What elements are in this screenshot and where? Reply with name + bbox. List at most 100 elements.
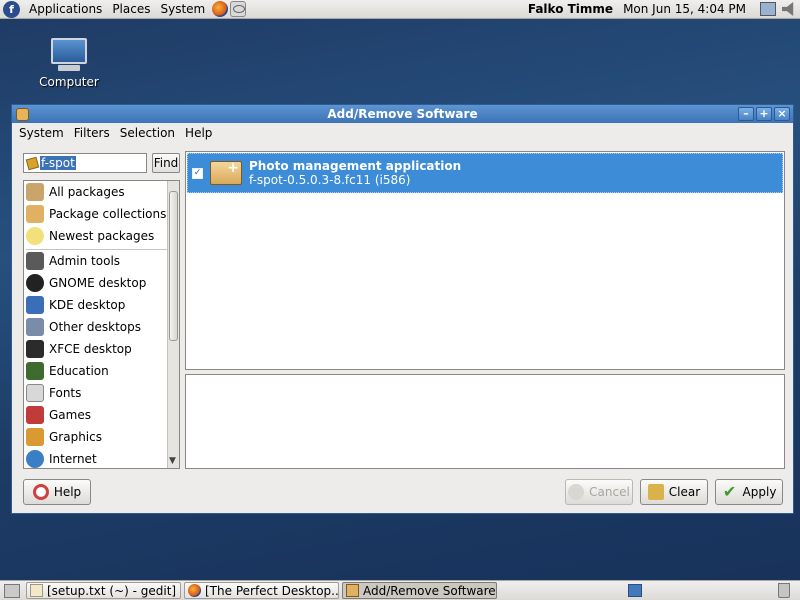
package-collections-icon	[26, 205, 44, 223]
admin-tools-icon	[26, 252, 44, 270]
other-desktops-icon	[26, 318, 44, 336]
firefox-launcher-icon[interactable]	[212, 1, 229, 17]
monitor-stand	[58, 65, 80, 71]
package-row[interactable]: ✓ Photo management application f-spot-0.…	[187, 153, 783, 193]
scrollbar-thumb[interactable]	[169, 191, 178, 341]
internet-globe-icon	[26, 450, 44, 468]
category-education[interactable]: Education	[24, 360, 179, 382]
menu-help[interactable]: Help	[180, 126, 217, 140]
search-row: f-spot Find	[23, 153, 180, 173]
add-remove-software-window: Add/Remove Software – + × System Filters…	[11, 104, 794, 514]
checkmark-icon: ✔	[722, 482, 737, 501]
category-admin-tools[interactable]: Admin tools	[24, 250, 179, 272]
category-label: All packages	[49, 185, 125, 199]
category-graphics[interactable]: Graphics	[24, 426, 179, 448]
task-label: Add/Remove Software	[363, 583, 496, 598]
package-icon	[346, 584, 359, 597]
help-lifebuoy-icon	[32, 484, 49, 500]
category-label: Other desktops	[49, 320, 142, 334]
category-list: All packages Package collections Newest …	[23, 180, 180, 469]
apply-button-label: Apply	[742, 485, 777, 499]
category-label: Education	[49, 364, 109, 378]
clock[interactable]: Mon Jun 15, 4:04 PM	[623, 2, 746, 16]
applications-menu[interactable]: Applications	[24, 2, 107, 16]
task-firefox[interactable]: [The Perfect Desktop...	[184, 582, 339, 599]
task-add-remove-software[interactable]: Add/Remove Software	[342, 582, 497, 599]
games-icon	[26, 406, 44, 424]
gnome-foot-icon	[26, 274, 44, 292]
help-button[interactable]: Help	[23, 479, 91, 505]
volume-icon[interactable]	[782, 2, 794, 16]
menu-selection[interactable]: Selection	[115, 126, 180, 140]
apply-button[interactable]: ✔ Apply	[715, 479, 783, 505]
task-gedit[interactable]: [setup.txt (~) - gedit]	[26, 582, 181, 599]
desktop-icon-computer[interactable]: Computer	[38, 38, 100, 89]
category-package-collections[interactable]: Package collections	[24, 203, 179, 225]
search-input[interactable]: f-spot	[23, 153, 147, 173]
titlebar[interactable]: Add/Remove Software – + ×	[12, 105, 793, 123]
menu-filters[interactable]: Filters	[69, 126, 115, 140]
package-details-pane	[185, 374, 785, 469]
category-kde-desktop[interactable]: KDE desktop	[24, 294, 179, 316]
workspace-switcher[interactable]	[628, 584, 642, 597]
package-summary: Photo management application	[249, 159, 462, 173]
category-other-desktops[interactable]: Other desktops	[24, 316, 179, 338]
menubar: System Filters Selection Help	[12, 123, 793, 143]
category-label: KDE desktop	[49, 298, 126, 312]
computer-icon	[51, 38, 87, 64]
firefox-icon	[188, 584, 201, 597]
network-icon[interactable]	[760, 2, 776, 16]
clear-button[interactable]: Clear	[640, 479, 708, 505]
places-menu[interactable]: Places	[107, 2, 155, 16]
category-label: Admin tools	[49, 254, 121, 268]
kde-icon	[26, 296, 44, 314]
package-list: ✓ Photo management application f-spot-0.…	[185, 151, 785, 370]
category-xfce-desktop[interactable]: XFCE desktop	[24, 338, 179, 360]
education-icon	[26, 362, 44, 380]
category-games[interactable]: Games	[24, 404, 179, 426]
category-scrollbar[interactable]: ▼	[167, 181, 179, 468]
category-label: Graphics	[49, 430, 102, 444]
fedora-logo-icon[interactable]: f	[3, 0, 20, 18]
category-internet[interactable]: Internet	[24, 448, 179, 468]
system-menu[interactable]: System	[155, 2, 210, 16]
fonts-icon	[26, 384, 44, 402]
find-button[interactable]: Find	[152, 153, 180, 173]
category-fonts[interactable]: Fonts	[24, 382, 179, 404]
user-switcher[interactable]: Falko Timme	[528, 2, 613, 16]
mail-launcher-icon[interactable]	[230, 1, 247, 17]
category-label: Internet	[49, 452, 97, 466]
task-label: [The Perfect Desktop...	[205, 583, 339, 598]
category-newest-packages[interactable]: Newest packages	[24, 225, 179, 247]
window-title: Add/Remove Software	[327, 107, 478, 121]
menu-system[interactable]: System	[14, 126, 69, 140]
show-desktop-icon[interactable]	[4, 583, 20, 598]
category-label: XFCE desktop	[49, 342, 132, 356]
edit-pencil-icon	[25, 156, 40, 170]
help-button-label: Help	[53, 485, 82, 499]
category-all-packages[interactable]: All packages	[24, 181, 179, 203]
search-input-value: f-spot	[40, 156, 76, 170]
trash-icon[interactable]	[778, 583, 790, 598]
cancel-button[interactable]: Cancel	[565, 479, 633, 505]
category-label: Package collections	[49, 207, 167, 221]
all-packages-icon	[26, 183, 44, 201]
cancel-button-label: Cancel	[589, 485, 630, 499]
category-label: Newest packages	[49, 229, 155, 243]
category-label: GNOME desktop	[49, 276, 147, 290]
category-gnome-desktop[interactable]: GNOME desktop	[24, 272, 179, 294]
package-install-icon	[210, 160, 242, 185]
xfce-mouse-icon	[26, 340, 44, 358]
clear-button-label: Clear	[668, 485, 701, 499]
graphics-icon	[26, 428, 44, 446]
category-label: Games	[49, 408, 91, 422]
lightbulb-icon	[26, 227, 44, 245]
gedit-icon	[30, 584, 43, 597]
bottom-panel: [setup.txt (~) - gedit] [The Perfect Des…	[0, 580, 800, 600]
package-install-checkbox[interactable]: ✓	[192, 167, 203, 179]
package-version: f-spot-0.5.0.3-8.fc11 (i586)	[249, 173, 411, 187]
scroll-down-arrow-icon[interactable]: ▼	[169, 456, 176, 466]
cancel-icon	[568, 484, 585, 500]
top-panel: f Applications Places System Falko Timme…	[0, 0, 800, 19]
desktop-icon-label: Computer	[39, 75, 99, 89]
